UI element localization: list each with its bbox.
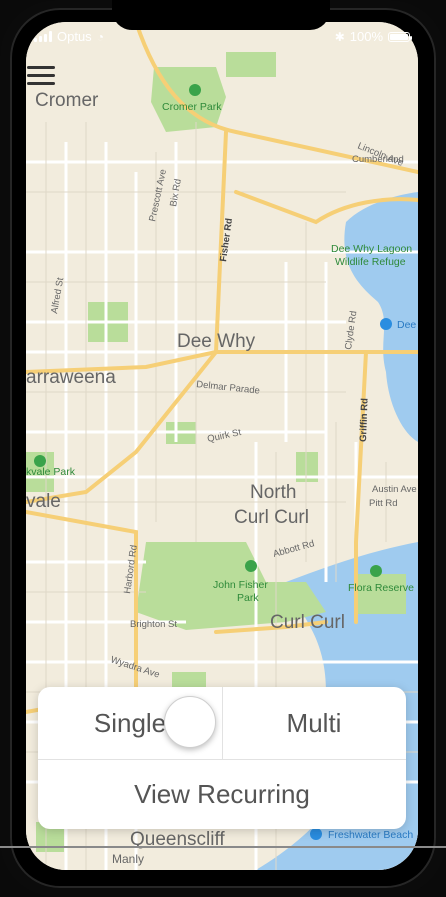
carrier-name: Optus [57,29,92,44]
beach-pin-icon [380,318,392,330]
park-pin-icon [370,565,382,577]
park-pin-icon [245,560,257,572]
park-label: Flora Reserve [348,582,414,594]
suburb-label: North [250,482,296,503]
view-recurring-label: View Recurring [134,779,310,809]
beach-label: Dee [397,319,416,331]
multi-label: Multi [286,707,342,738]
battery-icon [388,31,412,42]
view-recurring-button[interactable]: View Recurring [38,760,406,829]
beach-label: Freshwater Beach [328,829,413,841]
park-area [226,52,276,77]
bluetooth-icon: ✱ [334,29,345,44]
street-label: Cumberland [352,154,404,165]
battery-percent: 100% [349,29,383,44]
street-label: Pitt Rd [369,498,398,509]
park-label: Cromer Park [162,101,222,113]
signal-icon [34,31,52,42]
hamburger-menu-icon[interactable] [27,66,55,88]
beach-pin-icon [310,828,322,840]
mode-toggle-knob[interactable] [164,696,216,748]
status-bar: Optus ◔ ✱ 100% [0,0,446,50]
park-label: Park [237,592,259,604]
trip-mode-panel: Single Multi View Recurring [38,687,406,829]
suburb-label: Manly [112,852,144,866]
multi-option[interactable]: Multi [222,687,406,759]
single-label: Single [93,707,167,738]
street-label: Brighton St [130,619,177,630]
suburb-label: arraweena [26,367,116,388]
park-label: Dee Why Lagoon [331,243,412,255]
park-pin-icon [189,84,201,96]
park-label: kvale Park [26,466,76,478]
park-area [356,574,406,614]
status-right: ✱ 100% [334,29,412,44]
suburb-label: vale [26,491,61,512]
suburb-label: Cromer [35,90,99,111]
park-label: Wildlife Refuge [335,256,406,268]
status-left: Optus ◔ [34,29,104,44]
divider-line [0,846,446,848]
suburb-label: Curl Curl [234,507,309,528]
street-label: Austin Ave [372,484,417,495]
suburb-label: Curl Curl [270,612,345,633]
street-label: Griffin Rd [358,398,371,442]
park-label: John Fisher [213,579,268,591]
suburb-label: Dee Why [177,331,256,352]
wifi-icon: ◔ [96,29,104,44]
